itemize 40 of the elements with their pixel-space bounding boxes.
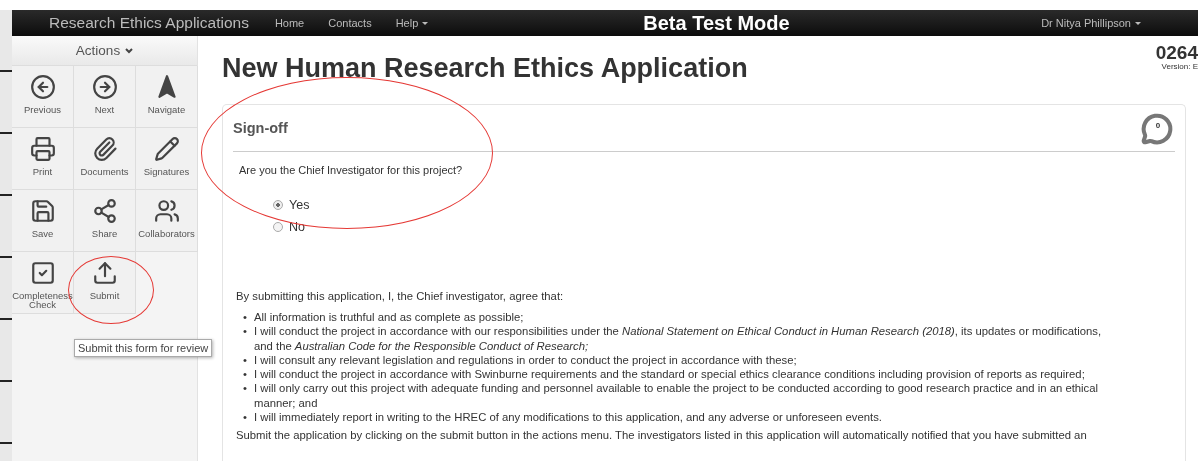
- nav-link[interactable]: Help: [395, 17, 429, 29]
- agreement-item: I will conduct the project in accordance with our responsibilities under the National Statement on Ethical Conduct in Human Research (2018), its updates or modifications, and the Australian Code for the Responsible Conduct of Research;: [254, 324, 1103, 353]
- question-text: Are you the Chief Investigator for this project?: [239, 164, 464, 176]
- action-button[interactable]: Navigate: [136, 66, 198, 128]
- radio-option[interactable]: Yes: [273, 198, 1175, 212]
- bullet-marker: •: [242, 381, 248, 397]
- page-title: New Human Research Ethics Application: [222, 53, 748, 84]
- mode-title: Beta Test Mode: [643, 11, 790, 35]
- application-number: 0264: [1155, 44, 1198, 62]
- action-button[interactable]: Documents: [74, 128, 136, 190]
- actions-menu-toggle[interactable]: Actions: [12, 36, 197, 66]
- bullet-marker: •: [242, 310, 248, 325]
- bullet-marker: •: [242, 410, 248, 425]
- action-button[interactable]: Signatures: [136, 128, 198, 190]
- nav-link[interactable]: Contacts: [328, 17, 372, 29]
- action-button[interactable]: Collaborators: [136, 190, 198, 252]
- radio-option[interactable]: No: [273, 220, 1175, 234]
- agreement-item: I will consult any relevant legislation and regulations in order to conduct the project in accordance with these;: [254, 352, 797, 368]
- nav-link[interactable]: Home: [274, 17, 305, 29]
- submit-instructions: Submit the application by clicking on the submit button in the actions menu. The investigators listed in this application will automatically notified that you have submitted an: [236, 429, 1088, 442]
- tooltip: Submit this form for review: [74, 339, 213, 357]
- agreement-item: I will conduct the project in accordance with Swinburne requirements and the standard or special ethics clearance conditions including provision of reports as required;: [254, 367, 1085, 382]
- panel-title: Sign-off: [233, 120, 288, 136]
- agreement-intro: By submitting this application, I, the Chief investigator, agree that:: [236, 290, 565, 302]
- comments-button[interactable]: 0: [1141, 113, 1175, 143]
- action-button[interactable]: Print: [12, 128, 74, 190]
- app-title: Research Ethics Applications: [49, 14, 249, 32]
- action-button[interactable]: Submit: [74, 252, 136, 314]
- action-button[interactable]: Next: [74, 66, 136, 128]
- agreement-item: I will immediately report in writing to the HREC of any modifications to this application, and any adverse or unforeseen events.: [254, 410, 882, 425]
- agreement-item: I will only carry out this project with adequate funding and personnel available to enable the project to be conducted according to good research practice and in an ethical manner; and: [254, 381, 1100, 411]
- version-label: Version: E: [1161, 62, 1198, 71]
- bullet-marker: •: [242, 324, 248, 340]
- user-menu[interactable]: Dr Nitya Phillipson: [1041, 17, 1141, 29]
- bullet-marker: •: [242, 367, 248, 382]
- action-button[interactable]: Previous: [12, 66, 74, 128]
- action-button[interactable]: Save: [12, 190, 74, 252]
- agreement-item: All information is truthful and as complete as possible;: [254, 310, 524, 325]
- bullet-marker: •: [242, 352, 248, 368]
- action-button[interactable]: Share: [74, 190, 136, 252]
